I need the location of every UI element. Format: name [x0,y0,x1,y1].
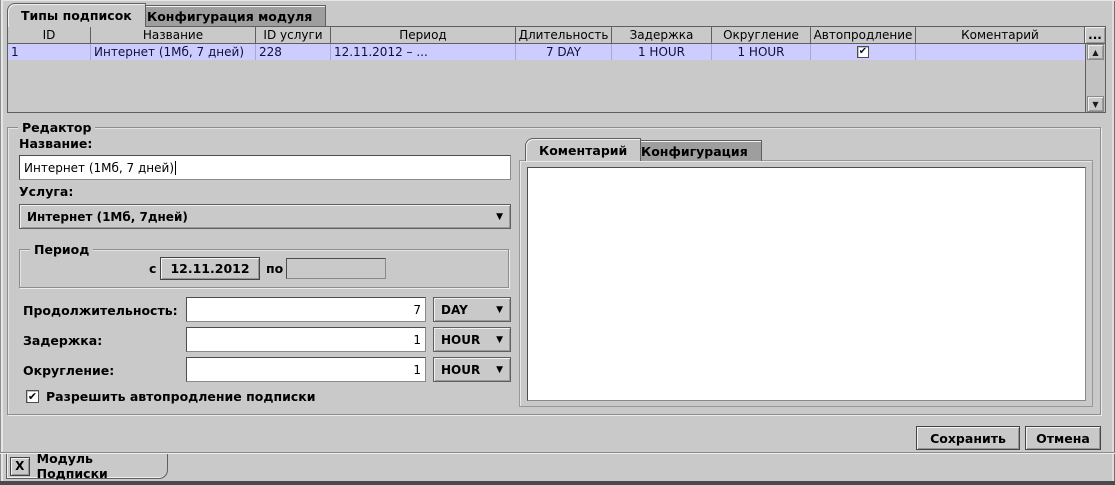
column-header-autorenew[interactable]: Автопродление [811,27,916,43]
delay-unit-value: HOUR [441,333,480,347]
editor-groupbox: Редактор Название: Интернет (1Мб, 7 дней… [7,127,1101,415]
period-to-label: по [266,261,283,276]
delay-label: Задержка: [23,333,102,348]
close-icon: X [15,459,24,473]
editor-title: Редактор [18,120,95,135]
subscriptions-table: ID Название ID услуги Период Длительност… [7,26,1106,113]
text-caret [175,161,176,175]
table-header: ID Название ID услуги Период Длительност… [8,27,1105,44]
column-header-comment[interactable]: Коментарий [916,27,1085,43]
column-header-id[interactable]: ID [8,27,91,43]
period-groupbox: Период с 12.11.2012 по [19,249,509,288]
close-module-button[interactable]: X [10,457,30,476]
cell-id: 1 [8,44,91,60]
cell-name: Интернет (1Мб, 7 дней) [91,44,256,60]
cell-service-id: 228 [256,44,331,60]
cell-autorenew: ✔ [811,44,916,60]
service-select[interactable]: Интернет (1Мб, 7дней) ▼ [19,204,511,229]
column-header-name[interactable]: Название [91,27,256,43]
name-input[interactable]: Интернет (1Мб, 7 дней) [19,155,511,180]
period-from-label: с [149,261,156,276]
period-to-field[interactable] [286,258,386,279]
scroll-up-button[interactable]: ▲ [1087,44,1104,60]
service-select-value: Интернет (1Мб, 7дней) [27,210,188,224]
more-columns-button[interactable]: ... [1085,27,1105,43]
window-frame-edge [0,481,1115,485]
chevron-down-icon: ▼ [496,335,503,345]
cell-period: 12.11.2012 – ... [331,44,516,60]
name-label: Название: [19,136,92,151]
duration-input[interactable]: 7 [186,297,426,322]
column-header-rounding[interactable]: Округление [712,27,811,43]
chevron-down-icon: ▼ [496,305,503,315]
column-header-delay[interactable]: Задержка [612,27,712,43]
chevron-down-icon: ▼ [496,365,503,375]
scroll-down-button[interactable]: ▼ [1087,96,1104,112]
rounding-unit-value: HOUR [441,363,480,377]
table-row[interactable]: 1 Интернет (1Мб, 7 дней) 228 12.11.2012 … [8,44,1085,60]
rounding-input[interactable]: 1 [186,357,426,382]
rounding-unit-select[interactable]: HOUR ▼ [433,357,511,382]
cell-comment [916,44,1085,60]
cell-rounding: 1 HOUR [712,44,811,60]
tab-module-config[interactable]: Конфигурация модуля [133,5,326,27]
row-autorenew-checkbox[interactable]: ✔ [857,46,869,58]
autorenew-checkbox-row: ✔ Разрешить автопродление подписки [26,389,316,404]
name-input-value: Интернет (1Мб, 7 дней) [24,161,174,175]
chevron-down-icon: ▼ [496,212,503,222]
tab-comment[interactable]: Коментарий [525,138,641,161]
duration-unit-value: DAY [441,303,468,317]
cancel-button[interactable]: Отмена [1025,426,1101,450]
service-label: Услуга: [19,184,73,199]
column-header-period[interactable]: Период [331,27,516,43]
module-window: Типы подписок Конфигурация модуля ID Наз… [0,0,1115,485]
period-from-button[interactable]: 12.11.2012 [160,257,260,280]
cell-duration: 7 DAY [516,44,612,60]
delay-input[interactable]: 1 [186,327,426,352]
column-header-duration[interactable]: Длительность [516,27,612,43]
column-header-service-id[interactable]: ID услуги [256,27,331,43]
tab-configuration[interactable]: Конфигурация [627,140,762,161]
duration-label: Продолжительность: [23,303,178,318]
autorenew-label: Разрешить автопродление подписки [46,389,316,404]
comment-tab-panel [519,160,1093,407]
rounding-label: Округление: [23,363,114,378]
bottom-tab-label: Модуль Подписки [37,451,159,481]
duration-unit-select[interactable]: DAY ▼ [433,297,511,322]
tab-module-subscriptions[interactable]: X Модуль Подписки [6,454,168,479]
cell-delay: 1 HOUR [612,44,712,60]
autorenew-checkbox[interactable]: ✔ [26,390,39,403]
tab-subscription-types[interactable]: Типы подписок [7,3,146,27]
period-title: Период [30,242,93,257]
check-icon: ✔ [28,391,37,402]
save-button[interactable]: Сохранить [916,426,1020,450]
check-icon: ✔ [859,47,867,57]
table-scrollbar[interactable]: ▲ ▼ [1085,44,1105,112]
comment-textarea[interactable] [527,167,1086,401]
delay-unit-select[interactable]: HOUR ▼ [433,327,511,352]
